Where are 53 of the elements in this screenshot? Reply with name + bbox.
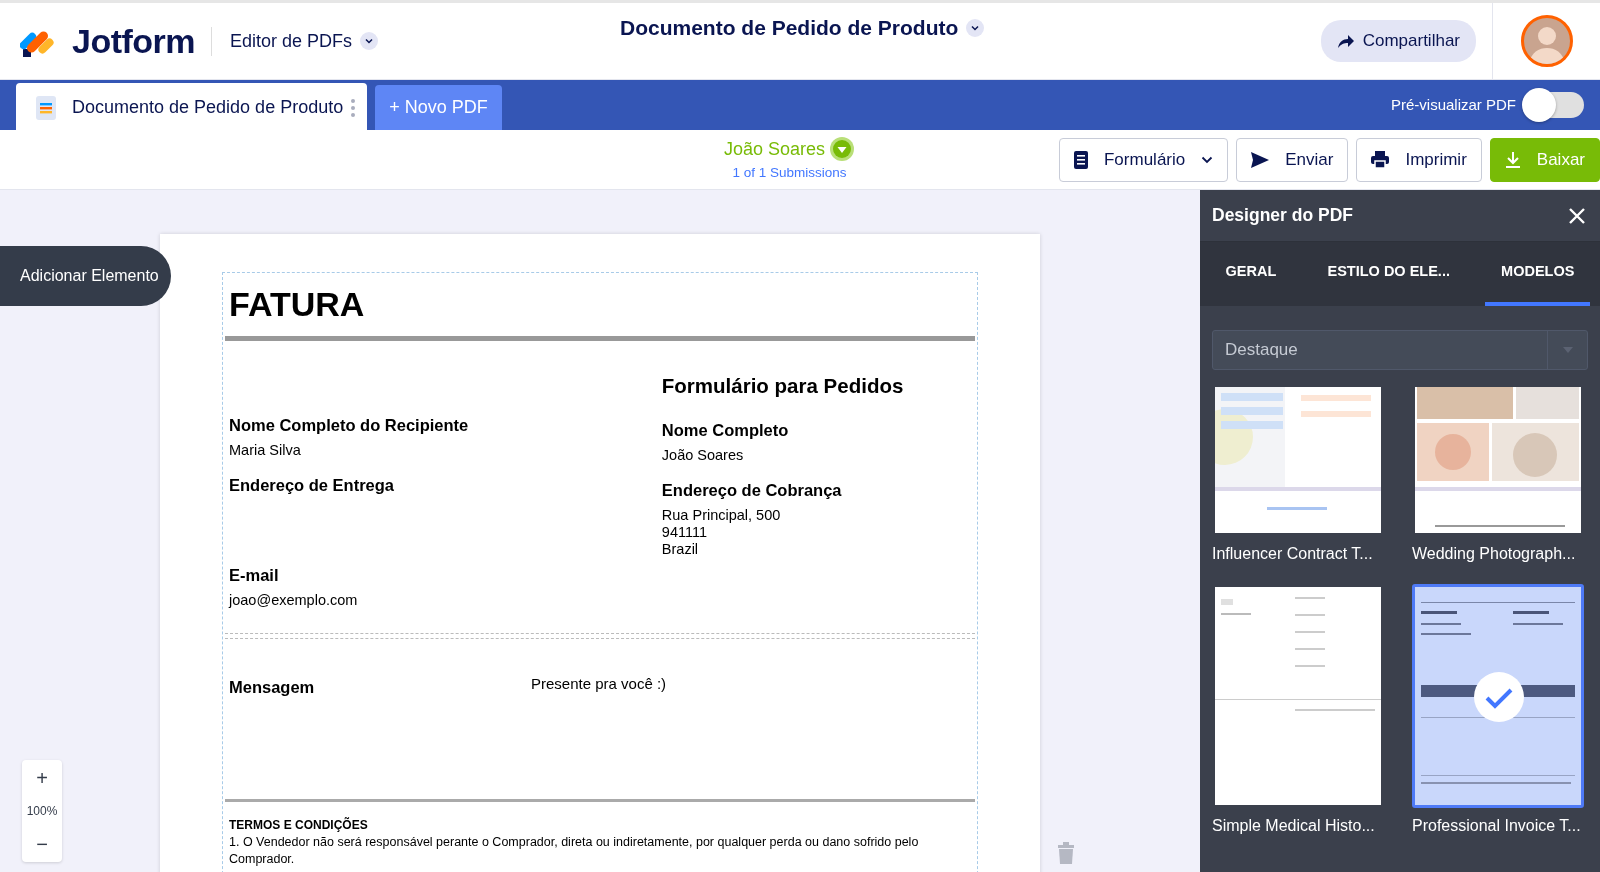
invoice-title: FATURA <box>228 284 366 325</box>
field-label: Endereço de Cobrança <box>661 479 843 501</box>
more-options-icon[interactable] <box>351 98 356 117</box>
terms-text: 1. O Vendedor não será responsável perante o Comprador, direta ou indiretamente, por qualquer perda ou dano sofrido pelo Comprador. <box>229 834 920 868</box>
dropdown-circle-icon[interactable] <box>829 136 856 163</box>
caret-down-icon <box>1561 346 1574 354</box>
field-value: Maria Silva <box>229 441 302 460</box>
preview-label: Pré-visualizar PDF <box>1390 94 1516 115</box>
template-card[interactable]: Simple Medical Histo... <box>1212 584 1384 838</box>
zoom-out-button[interactable]: − <box>22 826 62 862</box>
chevron-down-icon <box>364 36 375 46</box>
panel-tab[interactable]: GERAL <box>1209 242 1293 306</box>
template-card[interactable]: Influencer Contract T... <box>1212 384 1384 566</box>
section-heading: Formulário para Pedidos <box>661 373 905 399</box>
field-value: joao@exemplo.com <box>229 591 359 610</box>
field-label: Nome Completo <box>661 419 790 441</box>
document-tab[interactable]: Documento de Pedido de Produto <box>16 85 368 130</box>
field-value: Rua Principal, 500 <box>661 506 782 524</box>
submissions-link[interactable]: 1 of 1 Submissions <box>732 162 847 184</box>
form-icon <box>1074 150 1088 169</box>
trash-icon[interactable] <box>1057 842 1075 864</box>
terms-heading: TERMOS E CONDIÇÕES <box>229 816 369 834</box>
add-element-button[interactable]: Adicionar Elemento <box>0 246 171 306</box>
field-value: João Soares <box>661 446 745 464</box>
field-value: Brazil <box>661 541 700 559</box>
panel-title: Designer do PDF <box>1212 204 1353 228</box>
logo-wordmark[interactable]: Jotform <box>72 15 196 67</box>
field-label: Mensagem <box>229 677 316 698</box>
print-button[interactable]: Imprimir <box>1356 137 1482 182</box>
field-value: 941111 <box>661 523 708 542</box>
template-card[interactable]: Wedding Photograph... <box>1412 384 1584 566</box>
printer-icon <box>1371 151 1390 168</box>
zoom-in-button[interactable]: + <box>22 760 62 796</box>
field-label: E-mail <box>229 565 280 586</box>
send-icon <box>1251 151 1270 168</box>
document-title-dropdown[interactable]: Documento de Pedido de Produto <box>614 11 991 45</box>
app-menu-dropdown[interactable]: Editor de PDFs <box>211 26 385 56</box>
document-icon <box>36 95 56 120</box>
form-dropdown-button[interactable]: Formulário <box>1059 137 1229 182</box>
submitter-name: João Soares <box>723 137 826 161</box>
panel-tab[interactable]: MODELOS <box>1485 242 1591 306</box>
field-value: Presente pra você :) <box>531 675 667 694</box>
send-button[interactable]: Enviar <box>1236 137 1349 182</box>
field-label: Endereço de Entrega <box>229 475 396 496</box>
field-label: Nome Completo do Recipiente <box>229 415 470 436</box>
zoom-level: 100% <box>25 803 59 820</box>
panel-tab[interactable]: ESTILO DO ELE... <box>1311 242 1466 306</box>
template-category-dropdown[interactable]: Destaque <box>1212 330 1588 370</box>
chevron-down-icon <box>1201 155 1214 164</box>
download-icon <box>1504 151 1521 168</box>
share-button[interactable]: Compartilhar <box>1320 20 1476 62</box>
user-avatar[interactable] <box>1520 15 1573 67</box>
share-arrow-icon <box>1336 33 1355 49</box>
